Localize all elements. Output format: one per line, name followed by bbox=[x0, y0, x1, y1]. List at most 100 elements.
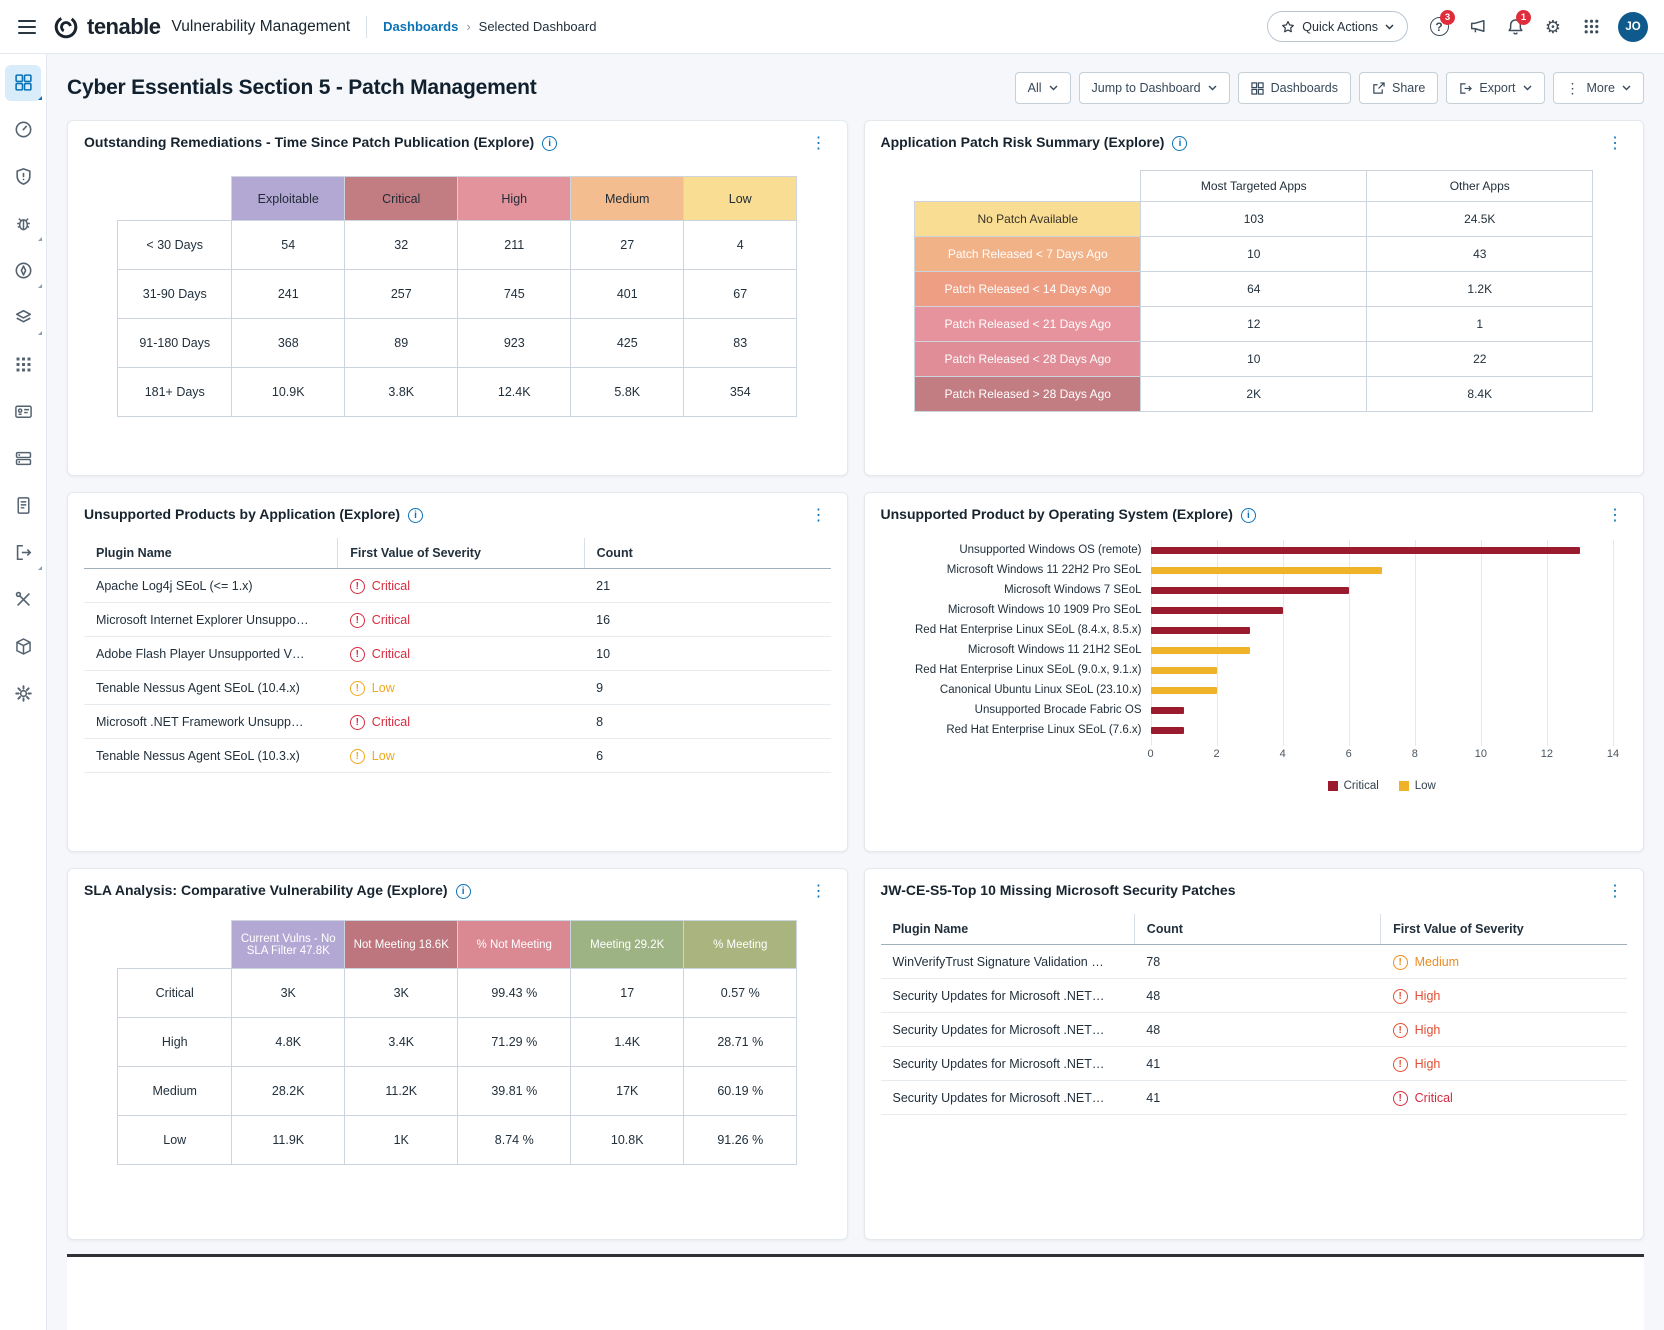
column-header[interactable]: First Value of Severity bbox=[1381, 914, 1627, 945]
chart-bar[interactable] bbox=[1151, 587, 1349, 594]
cell-value[interactable]: 17K bbox=[571, 1067, 684, 1116]
cell-value[interactable]: 43 bbox=[1367, 237, 1593, 272]
cell-value[interactable]: 8.4K bbox=[1367, 377, 1593, 412]
widget-menu-button[interactable]: ⋮ bbox=[1603, 134, 1627, 154]
cell-value[interactable]: 10.8K bbox=[571, 1116, 684, 1165]
cell-value[interactable]: 4 bbox=[684, 221, 797, 270]
column-header[interactable]: Plugin Name bbox=[84, 538, 338, 569]
cell-value[interactable]: 11.9K bbox=[232, 1116, 345, 1165]
cell-value[interactable]: 923 bbox=[458, 319, 571, 368]
dashboards-button[interactable]: Dashboards bbox=[1238, 72, 1351, 104]
plugin-name[interactable]: Security Updates for Microsoft .NET… bbox=[881, 1013, 1135, 1047]
gear-icon[interactable]: ⚙ bbox=[1536, 10, 1570, 44]
plugin-name[interactable]: Apache Log4j SEoL (<= 1.x) bbox=[84, 569, 338, 603]
cell-value[interactable]: 8.74 % bbox=[458, 1116, 571, 1165]
info-icon[interactable]: i bbox=[1241, 508, 1256, 523]
cell-value[interactable]: 1.2K bbox=[1367, 272, 1593, 307]
cell-value[interactable]: 83 bbox=[684, 319, 797, 368]
cell-value[interactable]: 257 bbox=[345, 270, 458, 319]
plugin-name[interactable]: Security Updates for Microsoft .NET… bbox=[881, 1047, 1135, 1081]
sidebar-item-document[interactable] bbox=[0, 482, 47, 529]
plugin-name[interactable]: Tenable Nessus Agent SEoL (10.4.x) bbox=[84, 671, 338, 705]
export-dropdown[interactable]: Export bbox=[1446, 72, 1544, 104]
sidebar-item-assets[interactable] bbox=[0, 294, 47, 341]
plugin-name[interactable]: Adobe Flash Player Unsupported V… bbox=[84, 637, 338, 671]
cell-value[interactable]: 99.43 % bbox=[458, 969, 571, 1018]
megaphone-icon[interactable] bbox=[1460, 10, 1494, 44]
cell-value[interactable]: 39.81 % bbox=[458, 1067, 571, 1116]
cell-value[interactable]: 368 bbox=[232, 319, 345, 368]
cell-value[interactable]: 28.2K bbox=[232, 1067, 345, 1116]
cell-value[interactable]: 64 bbox=[1141, 272, 1367, 307]
cell-value[interactable]: 3K bbox=[232, 969, 345, 1018]
cell-value[interactable]: 91.26 % bbox=[684, 1116, 797, 1165]
table-row[interactable]: Tenable Nessus Agent SEoL (10.3.x) Low 6 bbox=[84, 739, 831, 773]
tenable-logo[interactable]: tenable Vulnerability Management bbox=[52, 13, 350, 41]
table-row[interactable]: Adobe Flash Player Unsupported V… Critic… bbox=[84, 637, 831, 671]
plugin-name[interactable]: Security Updates for Microsoft .NET… bbox=[881, 979, 1135, 1013]
more-dropdown[interactable]: ⋮ More bbox=[1553, 72, 1644, 104]
plugin-name[interactable]: Security Updates for Microsoft .NET… bbox=[881, 1081, 1135, 1115]
sidebar-item-settings[interactable] bbox=[0, 670, 47, 717]
sidebar-item-gauge[interactable] bbox=[0, 106, 47, 153]
quick-actions-button[interactable]: Quick Actions bbox=[1267, 11, 1408, 42]
bell-icon[interactable]: 1 bbox=[1498, 10, 1532, 44]
sidebar-item-explore[interactable] bbox=[0, 247, 47, 294]
sidebar-item-package[interactable] bbox=[0, 623, 47, 670]
table-row[interactable]: Security Updates for Microsoft .NET… 48 … bbox=[881, 1013, 1628, 1047]
column-header[interactable]: Count bbox=[1134, 914, 1380, 945]
info-icon[interactable]: i bbox=[408, 508, 423, 523]
chart-bar[interactable] bbox=[1151, 707, 1184, 714]
cell-value[interactable]: 5.8K bbox=[571, 368, 684, 417]
table-row[interactable]: Security Updates for Microsoft .NET… 48 … bbox=[881, 979, 1628, 1013]
chart-bar[interactable] bbox=[1151, 647, 1250, 654]
info-icon[interactable]: i bbox=[542, 136, 557, 151]
widget-menu-button[interactable]: ⋮ bbox=[807, 882, 831, 902]
table-row[interactable]: Tenable Nessus Agent SEoL (10.4.x) Low 9 bbox=[84, 671, 831, 705]
cell-value[interactable]: 22 bbox=[1367, 342, 1593, 377]
plugin-name[interactable]: Microsoft Internet Explorer Unsuppo… bbox=[84, 603, 338, 637]
cell-value[interactable]: 10 bbox=[1141, 342, 1367, 377]
info-icon[interactable]: i bbox=[1172, 136, 1187, 151]
plugin-name[interactable]: WinVerifyTrust Signature Validation … bbox=[881, 945, 1135, 979]
cell-value[interactable]: 3.4K bbox=[345, 1018, 458, 1067]
table-row[interactable]: Security Updates for Microsoft .NET… 41 … bbox=[881, 1081, 1628, 1115]
cell-value[interactable]: 1K bbox=[345, 1116, 458, 1165]
sidebar-item-tools[interactable] bbox=[0, 576, 47, 623]
sidebar-item-export[interactable] bbox=[0, 529, 47, 576]
cell-value[interactable]: 1.4K bbox=[571, 1018, 684, 1067]
cell-value[interactable]: 12 bbox=[1141, 307, 1367, 342]
cell-value[interactable]: 10.9K bbox=[232, 368, 345, 417]
help-icon[interactable]: ? 3 bbox=[1422, 10, 1456, 44]
widget-menu-button[interactable]: ⋮ bbox=[807, 134, 831, 154]
sidebar-item-bug[interactable] bbox=[0, 200, 47, 247]
chart-bar[interactable] bbox=[1151, 607, 1283, 614]
cell-value[interactable]: 745 bbox=[458, 270, 571, 319]
table-row[interactable]: Microsoft Internet Explorer Unsuppo… Cri… bbox=[84, 603, 831, 637]
info-icon[interactable]: i bbox=[456, 884, 471, 899]
cell-value[interactable]: 17 bbox=[571, 969, 684, 1018]
cell-value[interactable]: 67 bbox=[684, 270, 797, 319]
cell-value[interactable]: 11.2K bbox=[345, 1067, 458, 1116]
hamburger-menu-icon[interactable] bbox=[10, 10, 44, 44]
sidebar-item-servers[interactable] bbox=[0, 435, 47, 482]
cell-value[interactable]: 10 bbox=[1141, 237, 1367, 272]
cell-value[interactable]: 354 bbox=[684, 368, 797, 417]
cell-value[interactable]: 24.5K bbox=[1367, 202, 1593, 237]
cell-value[interactable]: 3K bbox=[345, 969, 458, 1018]
chart-bar[interactable] bbox=[1151, 667, 1217, 674]
cell-value[interactable]: 0.57 % bbox=[684, 969, 797, 1018]
chart-bar[interactable] bbox=[1151, 727, 1184, 734]
sidebar-item-modules[interactable] bbox=[0, 341, 47, 388]
column-header[interactable]: Plugin Name bbox=[881, 914, 1135, 945]
chart-bar[interactable] bbox=[1151, 567, 1382, 574]
table-row[interactable]: Microsoft .NET Framework Unsupp… Critica… bbox=[84, 705, 831, 739]
cell-value[interactable]: 71.29 % bbox=[458, 1018, 571, 1067]
table-row[interactable]: WinVerifyTrust Signature Validation … 78… bbox=[881, 945, 1628, 979]
widget-menu-button[interactable]: ⋮ bbox=[1603, 506, 1627, 526]
column-header[interactable]: First Value of Severity bbox=[338, 538, 584, 569]
cell-value[interactable]: 1 bbox=[1367, 307, 1593, 342]
cell-value[interactable]: 12.4K bbox=[458, 368, 571, 417]
cell-value[interactable]: 60.19 % bbox=[684, 1067, 797, 1116]
all-dropdown[interactable]: All bbox=[1015, 72, 1071, 104]
